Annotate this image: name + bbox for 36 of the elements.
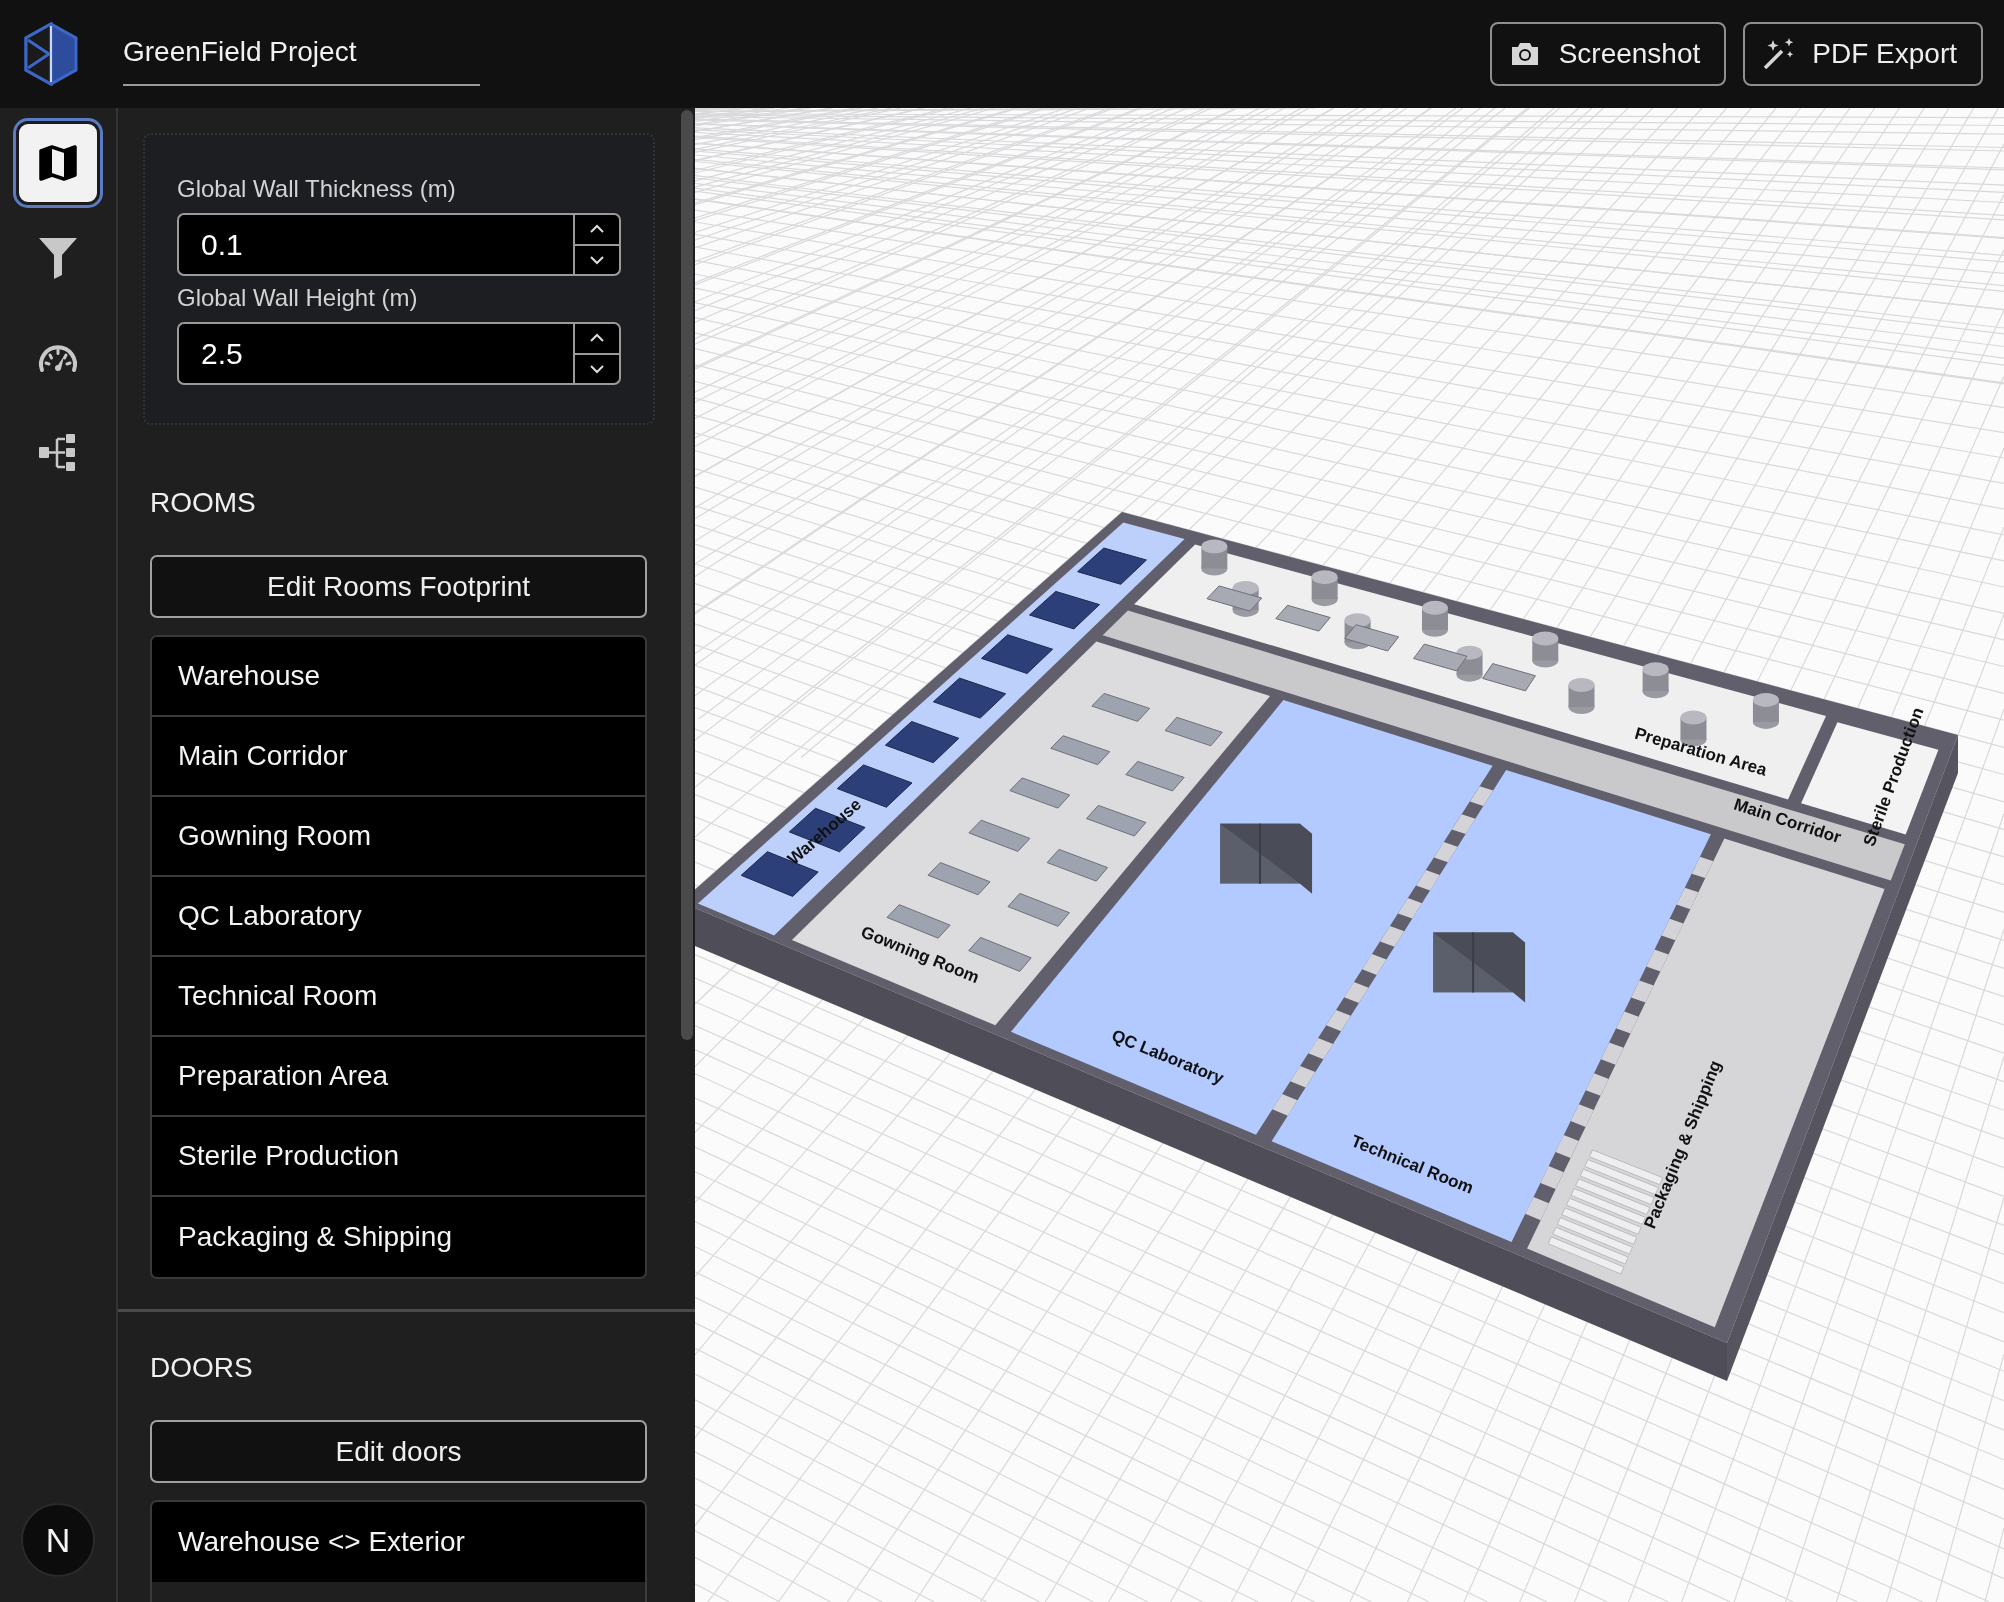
avatar-badge[interactable]: N [21,1503,95,1577]
edit-button[interactable]: Edit doors [150,1420,647,1483]
list-item[interactable]: Technical Room [152,957,645,1037]
hierarchy-icon [38,433,78,473]
project-name-field[interactable]: GreenField Project [123,36,480,86]
list-item[interactable]: Gowning Room [152,797,645,877]
edit-button[interactable]: Edit Rooms Footprint [150,555,647,618]
list-item[interactable]: Warehouse <> Exterior [152,1502,645,1582]
magic-wand-icon [1762,38,1795,70]
number-input[interactable]: 2.5 [177,322,573,385]
chevron-down-icon [589,254,605,265]
field-label: Global Wall Height (m) [177,284,419,312]
decrement-button[interactable] [573,354,621,385]
chevron-down-icon [589,363,605,374]
increment-button[interactable] [573,213,621,246]
list-item[interactable]: Warehouse [152,637,645,717]
decrement-button[interactable] [573,245,621,276]
list-item[interactable]: QC Laboratory [152,877,645,957]
number-input[interactable]: 0.1 [177,213,573,276]
chevron-up-icon [589,224,605,235]
chevron-up-icon [589,333,605,344]
logo-icon [24,22,78,86]
list-item[interactable]: Packaging & Shipping [152,1197,645,1277]
section-heading: DOORS [150,1352,254,1384]
export-button[interactable]: PDF Export [1743,22,1983,86]
field-label: Global Wall Thickness (m) [177,175,457,203]
increment-button[interactable] [573,322,621,355]
map-icon [38,143,78,183]
screenshot-button[interactable]: Screenshot [1489,22,1727,86]
scrollbar-thumb[interactable] [681,110,693,1040]
rail-button[interactable] [16,121,100,205]
list-item[interactable]: Preparation Area [152,1037,645,1117]
list-item[interactable]: Main Corridor [152,717,645,797]
section-heading: ROOMS [150,487,257,519]
list-item[interactable]: Sterile Production [152,1117,645,1197]
funnel-icon [38,237,78,281]
